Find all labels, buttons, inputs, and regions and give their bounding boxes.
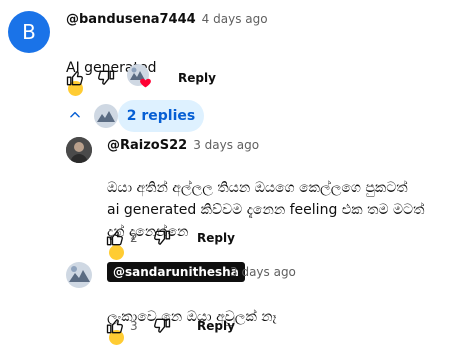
timestamp[interactable]: 4 days ago <box>202 12 268 26</box>
reply-avatar[interactable] <box>66 262 92 288</box>
reply-button[interactable]: Reply <box>197 231 235 245</box>
like-button[interactable] <box>63 66 87 90</box>
like-count: 2 <box>130 231 138 245</box>
reply-button[interactable]: Reply <box>178 71 216 85</box>
thumbs-up-icon <box>66 71 83 86</box>
thumbs-up-icon <box>106 319 123 334</box>
channel-owner-badge[interactable]: @sandarunithesha <box>107 262 245 282</box>
chevron-up-icon <box>70 111 80 118</box>
reply-timestamp[interactable]: 3 days ago <box>193 138 259 152</box>
thumbs-down-icon <box>154 318 171 333</box>
user-avatar-image <box>66 137 92 163</box>
thumbs-down-icon <box>98 70 115 85</box>
avatar[interactable]: B <box>8 11 50 53</box>
like-button[interactable] <box>103 314 127 338</box>
dislike-button[interactable] <box>150 226 174 250</box>
like-button[interactable] <box>103 226 127 250</box>
creator-avatar-image <box>66 262 92 288</box>
author-name[interactable]: @bandusena7444 <box>66 12 196 27</box>
avatar-letter: B <box>22 20 36 44</box>
comment-header: @bandusena7444 4 days ago <box>66 12 268 27</box>
dislike-button[interactable] <box>150 314 174 338</box>
reply-button[interactable]: Reply <box>197 319 235 333</box>
collapse-replies-button[interactable] <box>66 106 84 124</box>
replies-toggle-button[interactable]: 2 replies <box>118 100 204 132</box>
reply-text: ලංකාවෙ නෙ ඔයා අවුලක් නෑ <box>107 284 277 350</box>
replies-count-label: 2 replies <box>126 108 196 124</box>
thumbs-up-icon <box>106 231 123 246</box>
thumbs-down-icon <box>154 230 171 245</box>
heart-icon <box>140 78 151 88</box>
reply-avatar[interactable] <box>66 137 92 163</box>
reply-author-name: @sandarunithesha <box>113 265 239 279</box>
dislike-button[interactable] <box>94 66 118 90</box>
creator-heart[interactable] <box>127 64 153 90</box>
creator-reply-avatar <box>94 104 118 128</box>
reply-author-name[interactable]: @RaizoS22 <box>107 138 187 153</box>
creator-reply-avatar-image <box>94 104 118 128</box>
reply-header: @RaizoS22 3 days ago <box>107 138 259 153</box>
reply-timestamp[interactable]: 3 days ago <box>230 265 296 279</box>
like-count: 3 <box>130 319 138 333</box>
